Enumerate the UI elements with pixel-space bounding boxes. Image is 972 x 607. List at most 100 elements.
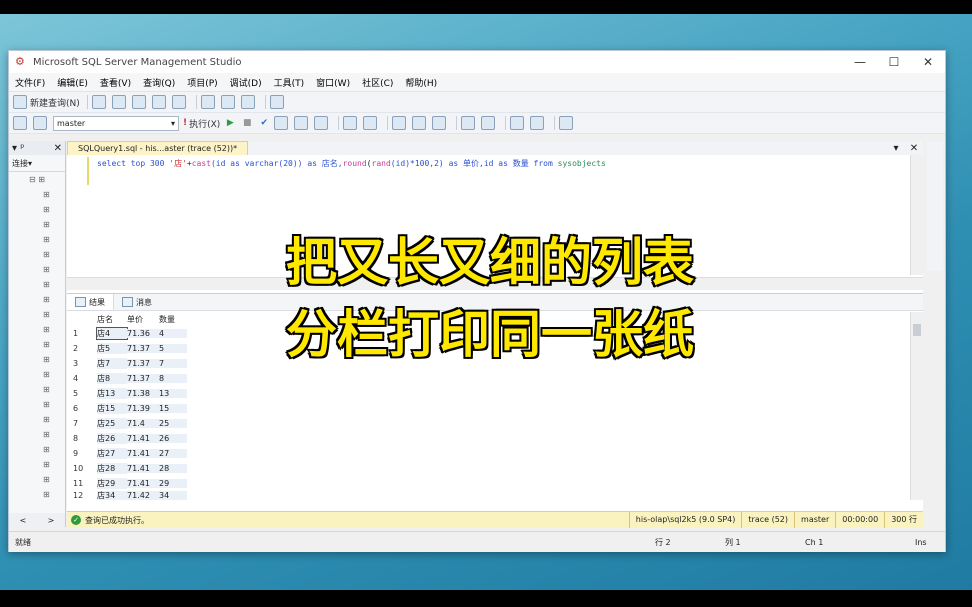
tree-node[interactable]: ⊞ (9, 262, 65, 277)
table-row[interactable]: 12 店34 71.42 34 (71, 491, 187, 500)
tree-node[interactable]: ⊞ (9, 487, 65, 502)
grid-cell[interactable]: 15 (159, 404, 187, 413)
tree-node[interactable]: ⊞ (9, 337, 65, 352)
grid-cell[interactable]: 71.42 (127, 491, 159, 500)
grid-cell[interactable]: 71.41 (127, 464, 159, 473)
menu-project[interactable]: 项目(P) (187, 76, 217, 89)
include-plan-button[interactable] (343, 116, 360, 130)
debug-button[interactable]: ▶ (223, 116, 237, 130)
grid-cell[interactable]: 店15 (97, 403, 127, 414)
analysis-query-button[interactable] (131, 95, 149, 109)
design-query-button[interactable] (294, 116, 311, 130)
save-button[interactable] (220, 95, 238, 109)
table-row[interactable]: 3 店7 71.37 7 (71, 356, 187, 371)
connect-button[interactable] (13, 116, 30, 130)
scroll-right-icon[interactable]: > (48, 516, 55, 525)
tab-list-icon[interactable]: ▾ (887, 143, 905, 154)
grid-cell[interactable]: 27 (159, 449, 187, 458)
menu-debug[interactable]: 调试(D) (230, 76, 262, 89)
tree-node[interactable]: ⊞ (9, 397, 65, 412)
grid-cell[interactable]: 71.37 (127, 374, 159, 383)
tree-node[interactable]: ⊞ (9, 367, 65, 382)
database-select[interactable]: master ▾ (53, 115, 179, 131)
grid-cell[interactable]: 71.37 (127, 359, 159, 368)
table-row[interactable]: 2 店5 71.37 5 (71, 341, 187, 356)
column-header[interactable]: 单价 (127, 314, 159, 325)
grid-cell[interactable]: 店26 (97, 433, 127, 444)
tree-node[interactable]: ⊞ (9, 442, 65, 457)
table-row[interactable]: 10 店28 71.41 28 (71, 461, 187, 476)
increase-indent-button[interactable] (530, 116, 547, 130)
menu-help[interactable]: 帮助(H) (405, 76, 437, 89)
tree-node[interactable]: ⊞ (9, 187, 65, 202)
table-row[interactable]: 6 店15 71.39 15 (71, 401, 187, 416)
grid-cell[interactable]: 店28 (97, 463, 127, 474)
results-to-file-button[interactable] (432, 116, 449, 130)
menu-query[interactable]: 查询(Q) (143, 76, 175, 89)
new-query-button[interactable]: 新建查询(N) (13, 95, 80, 109)
menu-view[interactable]: 查看(V) (100, 76, 131, 89)
menu-window[interactable]: 窗口(W) (316, 76, 350, 89)
tree-node[interactable]: ⊞ (9, 232, 65, 247)
tree-node[interactable]: ⊞ (9, 427, 65, 442)
tree-node[interactable]: ⊞ (9, 307, 65, 322)
grid-cell[interactable]: 店27 (97, 448, 127, 459)
table-row[interactable]: 1 店4 71.36 4 (71, 326, 187, 341)
grid-cell[interactable]: 71.36 (127, 329, 159, 338)
grid-cell[interactable]: 71.41 (127, 479, 159, 488)
cancel-execution-button[interactable]: ■ (240, 116, 254, 130)
open-file-button[interactable] (200, 95, 218, 109)
tab-results[interactable]: 结果 (67, 294, 114, 310)
editor-vertical-scrollbar[interactable] (910, 155, 923, 275)
tree-node[interactable]: ⊞ (9, 472, 65, 487)
tree-node[interactable]: ⊞ (9, 247, 65, 262)
tree-node[interactable]: ⊞ (9, 412, 65, 427)
grid-cell[interactable]: 34 (159, 491, 187, 500)
tree-node[interactable]: ⊞ (9, 202, 65, 217)
grid-cell[interactable]: 店4 (96, 327, 128, 340)
panel-pin-icon[interactable]: ▾ ᵖ (12, 143, 24, 154)
table-row[interactable]: 9 店27 71.41 27 (71, 446, 187, 461)
grid-cell[interactable]: 29 (159, 479, 187, 488)
menu-file[interactable]: 文件(F) (15, 76, 45, 89)
client-stats-button[interactable] (363, 116, 380, 130)
tree-node[interactable]: ⊞ (9, 292, 65, 307)
maximize-button[interactable]: ☐ (877, 55, 911, 69)
grid-cell[interactable]: 25 (159, 419, 187, 428)
grid-cell[interactable]: 店13 (97, 388, 127, 399)
tree-node[interactable]: ⊞ (9, 382, 65, 397)
grid-cell[interactable]: 店5 (97, 343, 127, 354)
grid-cell[interactable]: 71.37 (127, 344, 159, 353)
activity-monitor-button[interactable] (269, 95, 287, 109)
table-row[interactable]: 7 店25 71.4 25 (71, 416, 187, 431)
menu-edit[interactable]: 编辑(E) (57, 76, 88, 89)
tree-expander-icon[interactable]: ⊟ ⊞ (9, 172, 65, 187)
grid-cell[interactable]: 71.38 (127, 389, 159, 398)
grid-cell[interactable]: 店25 (97, 418, 127, 429)
font-size-button[interactable] (559, 116, 576, 130)
save-all-button[interactable] (240, 95, 258, 109)
results-to-text-button[interactable] (392, 116, 409, 130)
xmla-query-button[interactable] (171, 95, 189, 109)
table-row[interactable]: 8 店26 71.41 26 (71, 431, 187, 446)
db-engine-query-button[interactable] (111, 95, 129, 109)
properties-side-tabs[interactable] (927, 141, 943, 271)
grid-cell[interactable]: 店29 (97, 478, 127, 489)
table-row[interactable]: 5 店13 71.38 13 (71, 386, 187, 401)
menu-tools[interactable]: 工具(T) (274, 76, 305, 89)
results-vertical-scrollbar[interactable] (910, 312, 923, 500)
tab-sqlquery1[interactable]: SQLQuery1.sql - his...aster (trace (52))… (67, 140, 249, 156)
grid-cell[interactable]: 8 (159, 374, 187, 383)
uncomment-button[interactable] (481, 116, 498, 130)
scrollbar-thumb[interactable] (913, 324, 921, 336)
tree-node[interactable]: ⊞ (9, 352, 65, 367)
tree-node[interactable]: ⊞ (9, 457, 65, 472)
grid-cell[interactable]: 71.41 (127, 434, 159, 443)
connect-dropdown[interactable]: 连接▾ (9, 155, 65, 172)
decrease-indent-button[interactable] (510, 116, 527, 130)
tab-messages[interactable]: 消息 (114, 294, 160, 310)
grid-cell[interactable]: 71.4 (127, 419, 159, 428)
tab-close-icon[interactable]: ✕ (905, 143, 923, 154)
tree-node[interactable]: ⊞ (9, 277, 65, 292)
menu-community[interactable]: 社区(C) (362, 76, 393, 89)
